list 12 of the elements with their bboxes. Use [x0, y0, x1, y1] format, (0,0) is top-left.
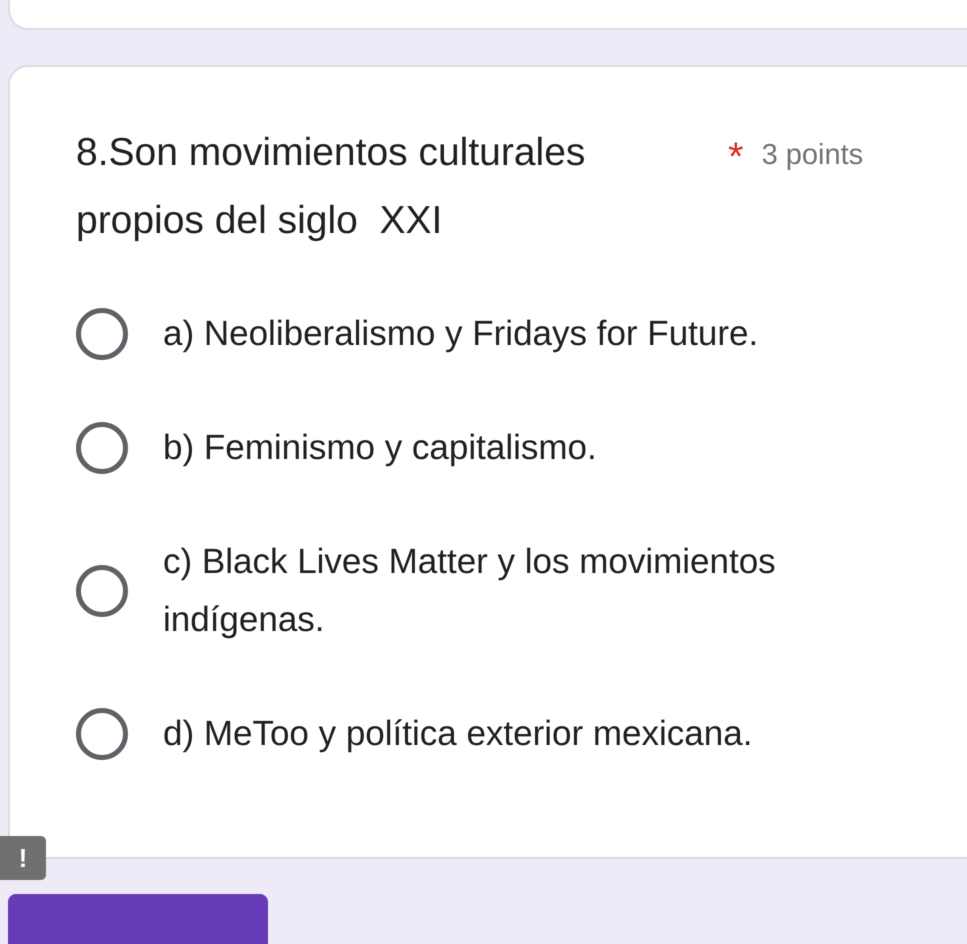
radio-button[interactable]	[76, 422, 128, 474]
required-mark: *	[728, 137, 744, 177]
points-label: 3 points	[762, 138, 864, 173]
option-label[interactable]: c) Black Lives Matter y los movimientos indígenas.	[163, 533, 863, 649]
radio-button[interactable]	[76, 565, 128, 617]
question-title: 8.Son movimientos culturales propios del siglo XXI	[76, 130, 586, 244]
option-label[interactable]: d) MeToo y política exterior mexicana.	[163, 705, 863, 763]
option-label[interactable]: a) Neoliberalismo y Fridays for Future.	[163, 305, 863, 363]
option-label[interactable]: b) Feminismo y capitalismo.	[163, 419, 863, 477]
alert-badge[interactable]: !	[0, 836, 46, 880]
radio-button[interactable]	[76, 708, 128, 760]
radio-button[interactable]	[76, 308, 128, 360]
